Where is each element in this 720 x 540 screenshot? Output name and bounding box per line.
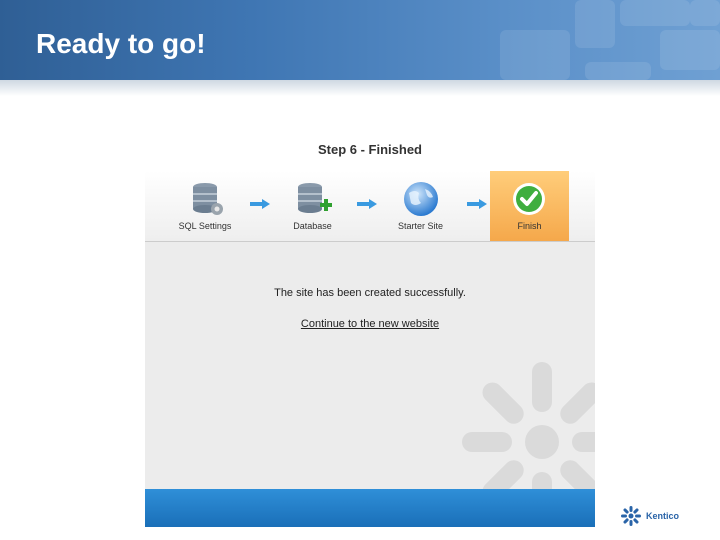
header-shadow bbox=[0, 80, 720, 96]
arrow-right-icon bbox=[357, 199, 377, 209]
globe-icon bbox=[404, 182, 438, 216]
header-decoration bbox=[660, 30, 720, 70]
checkmark-icon bbox=[513, 183, 545, 215]
slide-title: Ready to go! bbox=[36, 28, 206, 59]
header-decoration bbox=[500, 30, 570, 80]
kentico-logo-text: Kentico bbox=[646, 511, 680, 521]
header-decoration bbox=[575, 0, 615, 48]
step-finish: Finish bbox=[490, 171, 569, 241]
step-label: Starter Site bbox=[397, 221, 444, 231]
slide-header: Ready to go! bbox=[0, 0, 720, 80]
installer-wizard: SQL Settings Database Starter Site Finis… bbox=[145, 171, 595, 527]
step-database: Database bbox=[275, 171, 350, 241]
wizard-step-title: Step 6 - Finished bbox=[317, 142, 422, 157]
step-label: Database bbox=[293, 221, 332, 231]
step-starter-site: Starter Site bbox=[383, 171, 458, 241]
success-message: The site has been created successfully. bbox=[274, 287, 466, 299]
kentico-logo: Kentico bbox=[620, 505, 679, 527]
database-add-icon bbox=[298, 183, 332, 213]
header-decoration bbox=[690, 0, 720, 26]
step-sql-settings: SQL Settings bbox=[165, 171, 245, 241]
arrow-right-icon bbox=[250, 199, 270, 209]
step-label: SQL Settings bbox=[178, 221, 232, 231]
database-server-icon bbox=[193, 183, 223, 215]
kentico-logo-icon bbox=[621, 506, 641, 526]
header-decoration bbox=[620, 0, 690, 26]
step-label: Finish bbox=[517, 221, 542, 231]
continue-link[interactable]: Continue to the new website bbox=[145, 318, 595, 330]
wizard-steps-bar: SQL Settings Database Starter Site Finis… bbox=[145, 171, 595, 242]
header-decoration bbox=[585, 62, 651, 80]
arrow-right-icon bbox=[467, 199, 487, 209]
wizard-footer-bar bbox=[145, 489, 595, 527]
